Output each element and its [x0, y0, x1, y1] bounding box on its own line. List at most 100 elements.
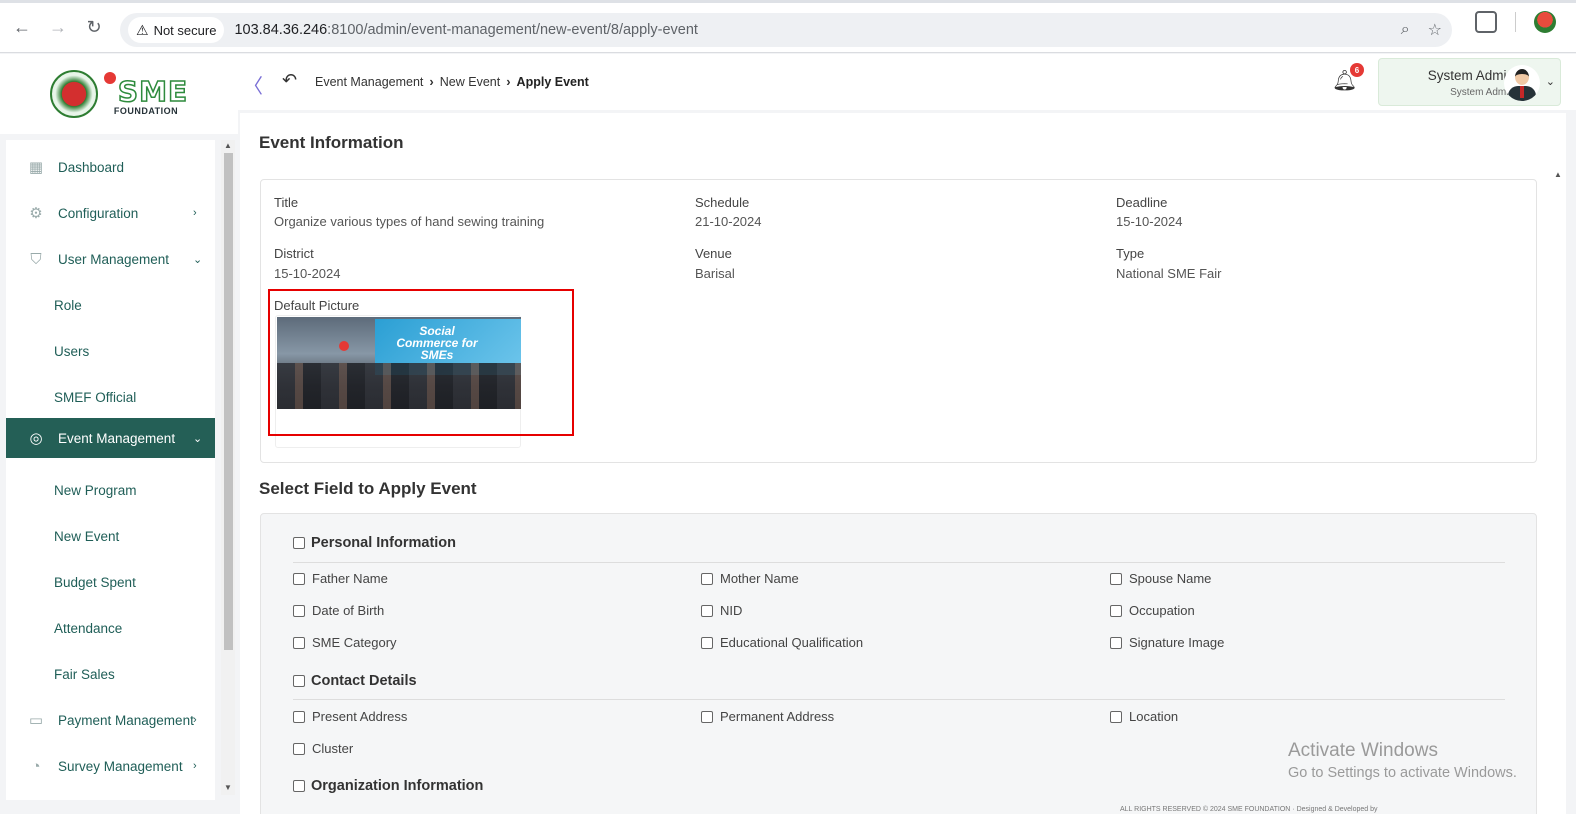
signature-image-checkbox[interactable] — [1110, 636, 1122, 649]
field-location[interactable]: Location — [1110, 709, 1178, 724]
breadcrumb-event-management[interactable]: Event Management — [315, 75, 423, 89]
event-information-heading: Event Information — [259, 133, 404, 152]
field-educational-qualification[interactable]: Educational Qualification — [701, 635, 863, 650]
contact-details-title: Contact Details — [311, 673, 417, 689]
educational-qualification-checkbox[interactable] — [701, 636, 713, 649]
deadline-value: 15-10-2024 — [1116, 214, 1183, 229]
location-checkbox[interactable] — [1110, 710, 1122, 723]
divider — [293, 562, 1505, 563]
district-value: 15-10-2024 — [274, 266, 341, 281]
zoom-icon[interactable]: ⌕ — [1401, 21, 1410, 39]
schedule-value: 21-10-2024 — [695, 214, 762, 229]
sidebar-item-payment-management[interactable]: ▭ Payment Management › — [6, 701, 215, 739]
sidebar-item-configuration[interactable]: ⚙︎ Configuration › — [6, 194, 215, 232]
chevron-right-icon: › — [506, 74, 511, 89]
avatar — [1504, 65, 1540, 101]
field-present-address[interactable]: Present Address — [293, 709, 407, 724]
payment-icon: ▭ — [28, 712, 44, 729]
chevron-right-icon: › — [193, 207, 197, 219]
field-cluster[interactable]: Cluster — [293, 741, 353, 756]
permanent-address-checkbox[interactable] — [701, 710, 713, 723]
date-of-birth-checkbox[interactable] — [293, 604, 305, 617]
main-content: Event Information Title Organize various… — [240, 113, 1566, 814]
security-label: Not secure — [153, 22, 217, 38]
nid-checkbox[interactable] — [701, 604, 713, 617]
sidebar-item-new-program[interactable]: New Program — [6, 471, 215, 509]
organization-information-group[interactable]: Organization Information — [293, 778, 483, 794]
occupation-checkbox[interactable] — [1110, 604, 1122, 617]
sidebar-item-new-event[interactable]: New Event — [6, 517, 215, 555]
sidebar-collapse-icon[interactable]: 〈 — [243, 70, 263, 99]
picture-highlight-box — [268, 289, 574, 436]
toolbar-divider — [1515, 12, 1516, 32]
sidebar-item-attendance[interactable]: Attendance — [6, 609, 215, 647]
address-bar[interactable]: ⚠ Not secure 103.84.36.246:8100/admin/ev… — [120, 13, 1452, 47]
field-date-of-birth[interactable]: Date of Birth — [293, 603, 384, 618]
scroll-down-icon[interactable]: ▼ — [224, 783, 232, 792]
grid-icon: ▦ — [28, 159, 44, 176]
url-host: 103.84.36.246 — [234, 22, 328, 38]
field-signature-image[interactable]: Signature Image — [1110, 635, 1224, 650]
spouse-name-checkbox[interactable] — [1110, 572, 1122, 585]
mother-name-checkbox[interactable] — [701, 572, 713, 585]
contact-details-checkbox[interactable] — [293, 675, 305, 687]
field-occupation[interactable]: Occupation — [1110, 603, 1195, 618]
field-permanent-address[interactable]: Permanent Address — [701, 709, 834, 724]
field-father-name[interactable]: Father Name — [293, 571, 388, 586]
sidebar-item-smef-official[interactable]: SMEF Official — [6, 378, 215, 416]
logo-subtext: FOUNDATION — [113, 106, 179, 116]
breadcrumb-new-event[interactable]: New Event — [440, 75, 500, 89]
chevron-right-icon: › — [193, 760, 197, 772]
chevron-right-icon: › — [193, 714, 197, 726]
title-label: Title — [274, 195, 299, 210]
chevron-down-icon: ⌄ — [193, 253, 203, 266]
go-back-icon[interactable]: ↶ — [282, 70, 297, 91]
footer-text: ALL RIGHTS RESERVED © 2024 SME FOUNDATIO… — [1120, 806, 1378, 813]
field-mother-name[interactable]: Mother Name — [701, 571, 799, 586]
field-spouse-name[interactable]: Spouse Name — [1110, 571, 1211, 586]
profile-avatar-icon[interactable] — [1534, 11, 1556, 33]
sme-foundation-logo[interactable]: SME FOUNDATION — [49, 70, 188, 118]
sidebar-scrollbar[interactable]: ▲ ▼ — [221, 140, 235, 795]
scroll-up-icon[interactable]: ▲ — [224, 141, 232, 150]
user-menu[interactable]: System Admin System Admin ⌄ — [1378, 58, 1561, 106]
sidebar-item-fair-sales[interactable]: Fair Sales — [6, 655, 215, 693]
present-address-checkbox[interactable] — [293, 710, 305, 723]
sidebar-item-role[interactable]: Role — [6, 286, 215, 324]
chevron-down-icon[interactable]: ⌄ — [1546, 75, 1555, 88]
sme-category-checkbox[interactable] — [293, 636, 305, 649]
field-sme-category[interactable]: SME Category — [293, 635, 397, 650]
organization-information-checkbox[interactable] — [293, 780, 305, 792]
deadline-label: Deadline — [1116, 195, 1168, 210]
reload-icon[interactable]: ↻ — [76, 10, 112, 46]
activate-windows-title: Activate Windows — [1288, 740, 1438, 761]
breadcrumb: Event Management › New Event › Apply Eve… — [315, 74, 589, 89]
cluster-checkbox[interactable] — [293, 742, 305, 755]
back-arrow-icon[interactable]: ← — [4, 10, 40, 46]
forward-arrow-icon[interactable]: → — [40, 10, 76, 46]
sidebar-item-budget-spent[interactable]: Budget Spent — [6, 563, 215, 601]
personal-information-group[interactable]: Personal Information — [293, 535, 456, 551]
field-nid[interactable]: NID — [701, 603, 742, 618]
main-scroll-up-icon[interactable]: ▲ — [1554, 170, 1562, 179]
security-chip[interactable]: ⚠ Not secure — [128, 17, 225, 43]
event-icon: ◎ — [29, 430, 43, 447]
sidebar-item-survey-management[interactable]: ◔ Survey Management › — [6, 747, 215, 785]
top-header: 〈 ↶ Event Management › New Event › Apply… — [238, 54, 1576, 110]
extensions-icon[interactable] — [1475, 11, 1497, 33]
warning-triangle-icon: ⚠ — [136, 21, 149, 38]
personal-information-checkbox[interactable] — [293, 537, 305, 549]
url-text[interactable]: 103.84.36.246:8100/admin/event-managemen… — [234, 22, 698, 38]
father-name-checkbox[interactable] — [293, 572, 305, 585]
breadcrumb-apply-event: Apply Event — [516, 74, 589, 89]
sidebar-item-dashboard[interactable]: ▦ Dashboard — [6, 148, 215, 186]
select-field-heading: Select Field to Apply Event — [259, 479, 477, 498]
sidebar-item-event-management[interactable]: ◎ Event Management ⌄ — [6, 418, 215, 458]
sidebar-item-users[interactable]: Users — [6, 332, 215, 370]
sidebar-item-user-management[interactable]: ⛉ User Management ⌄ — [6, 240, 215, 278]
bookmark-star-icon[interactable]: ☆ — [1428, 20, 1442, 40]
logo-area: SME FOUNDATION — [0, 54, 238, 134]
contact-details-group[interactable]: Contact Details — [293, 673, 417, 689]
scrollbar-thumb[interactable] — [224, 153, 233, 650]
venue-label: Venue — [695, 246, 732, 261]
